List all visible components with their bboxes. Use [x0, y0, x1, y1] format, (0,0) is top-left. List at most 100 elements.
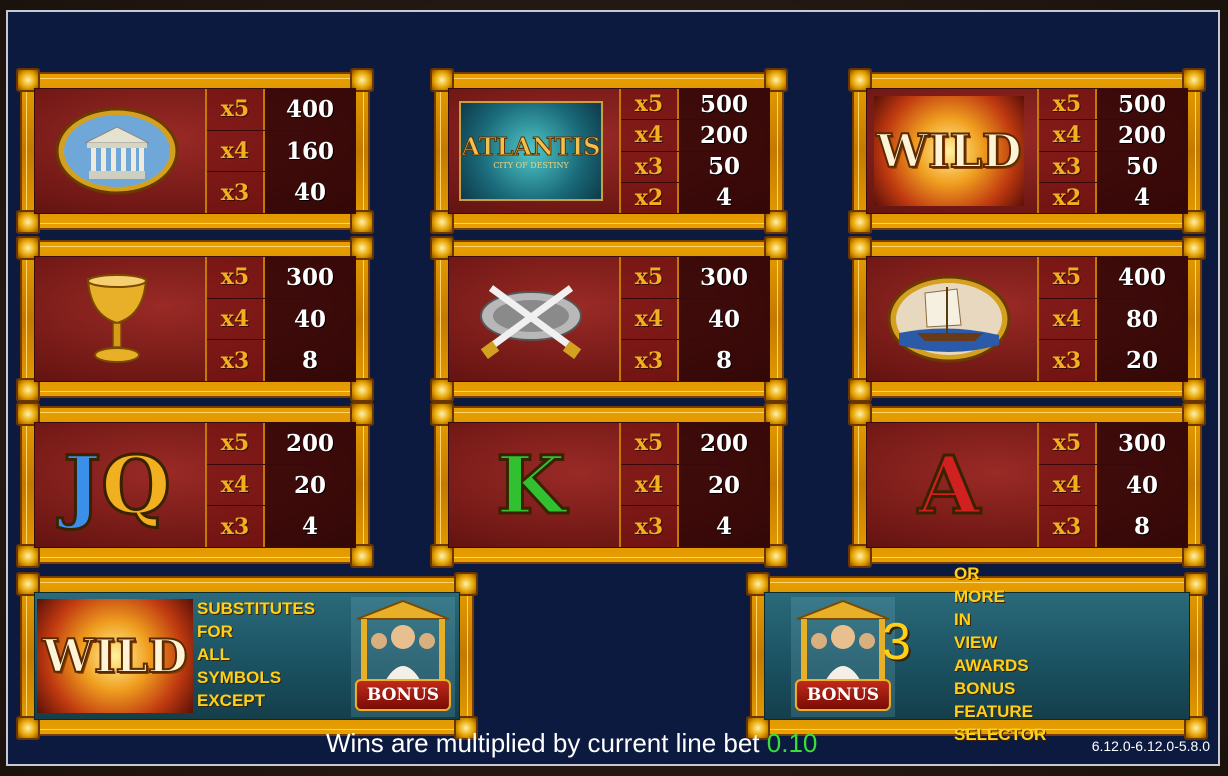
pay-row: x4 160 — [207, 130, 355, 173]
pay-row: x3 4 — [207, 506, 355, 548]
multiplier-label: x4 — [1039, 120, 1097, 151]
payout-value: 160 — [265, 130, 355, 172]
multiplier-label: x3 — [1039, 340, 1097, 382]
pay-row: x3 50 — [1039, 151, 1187, 183]
bonus-symbol-icon: BONUS — [351, 597, 455, 717]
multiplier-label: x5 — [1039, 89, 1097, 120]
letter-q: Q — [100, 438, 173, 532]
wild-icon: WILD — [37, 599, 193, 713]
paytable-panel-temple: x5 400 x4 160 x3 40 — [16, 68, 374, 234]
atlantis-subtitle: CITY OF DESTINY — [493, 161, 569, 170]
pay-row: x3 8 — [207, 340, 355, 382]
pay-table: x5 200 x4 20 x3 4 — [205, 423, 355, 548]
payout-value: 500 — [1097, 89, 1187, 120]
pay-row: x5 500 — [1039, 89, 1187, 121]
pay-row: x2 4 — [1039, 182, 1187, 213]
multiplier-label: x5 — [207, 257, 265, 298]
info-line: MORE — [954, 587, 1005, 606]
line-bet-text: Wins are multiplied by current line bet — [326, 728, 760, 758]
multiplier-label: x4 — [621, 464, 679, 506]
bonus-label: BONUS — [354, 679, 452, 711]
game-screen: x5 400 x4 160 x3 40 ATLANTIS CITY OF DESTIN… — [0, 0, 1228, 776]
payout-value: 8 — [1097, 506, 1187, 548]
payout-value: 4 — [679, 182, 769, 213]
multiplier-label: x3 — [621, 340, 679, 382]
payout-value: 20 — [1097, 340, 1187, 382]
payout-value: 400 — [265, 89, 355, 130]
payout-value: 40 — [679, 298, 769, 340]
paytable-panel-wild: WILD x5 500 x4 200 x3 50 x2 4 — [848, 68, 1206, 234]
letter-a-icon: A — [867, 423, 1031, 547]
multiplier-label: x4 — [207, 464, 265, 506]
atlantis-logo-icon: ATLANTIS CITY OF DESTINY — [449, 89, 613, 213]
payout-value: 40 — [265, 298, 355, 340]
info-line: AWARDS — [954, 656, 1029, 675]
pay-row: x3 20 — [1039, 340, 1187, 382]
wild-description: SUBSTITUTES FOR ALL SYMBOLS EXCEPT — [197, 597, 315, 712]
multiplier-label: x3 — [621, 506, 679, 548]
pay-row: x5 200 — [621, 423, 769, 465]
payout-value: 20 — [679, 464, 769, 506]
multiplier-label: x5 — [621, 89, 679, 120]
pay-table: x5 500 x4 200 x3 50 x2 4 — [1037, 89, 1187, 213]
pay-table: x5 200 x4 20 x3 4 — [619, 423, 769, 548]
payout-value: 4 — [679, 506, 769, 548]
payout-value: 300 — [679, 257, 769, 298]
pay-table: x5 500 x4 200 x3 50 x2 4 — [619, 89, 769, 213]
multiplier-label: x5 — [1039, 257, 1097, 298]
payout-value: 50 — [679, 151, 769, 182]
pay-table: x5 400 x4 80 x3 20 — [1037, 257, 1187, 382]
pay-row: x5 400 — [1039, 257, 1187, 299]
payout-value: 200 — [265, 423, 355, 464]
info-line: VIEW — [954, 633, 998, 652]
paytable-panel-jq: JQ x5 200 x4 20 x3 4 — [16, 402, 374, 568]
wild-info-panel: WILD SUBSTITUTES FOR ALL SYMBOLS EXCEPT — [16, 572, 478, 740]
paytable-panel-atlantis: ATLANTIS CITY OF DESTINY x5 500 x4 200 x3 5… — [430, 68, 788, 234]
info-line: FEATURE — [954, 702, 1034, 721]
multiplier-label: x3 — [207, 506, 265, 548]
paytable-panel-ship: x5 400 x4 80 x3 20 — [848, 236, 1206, 402]
payout-value: 400 — [1097, 257, 1187, 298]
multiplier-label: x4 — [207, 130, 265, 172]
crossed-swords-shield-icon — [449, 257, 613, 381]
pay-row: x5 300 — [207, 257, 355, 299]
payout-value: 50 — [1097, 151, 1187, 182]
multiplier-label: x5 — [1039, 423, 1097, 464]
pay-row: x4 200 — [621, 120, 769, 152]
pay-row: x2 4 — [621, 182, 769, 213]
pay-row: x4 200 — [1039, 120, 1187, 152]
info-line: IN — [954, 610, 971, 629]
multiplier-label: x5 — [621, 423, 679, 464]
pay-row: x4 20 — [621, 464, 769, 507]
pay-row: x3 8 — [621, 340, 769, 382]
payout-value: 300 — [1097, 423, 1187, 464]
multiplier-label: x4 — [621, 120, 679, 151]
payout-value: 200 — [679, 120, 769, 151]
pay-row: x4 40 — [621, 298, 769, 341]
info-line: FOR — [197, 622, 233, 641]
letter-k: K — [495, 438, 568, 532]
payout-value: 8 — [679, 340, 769, 382]
line-bet-note: Wins are multiplied by current line bet … — [326, 728, 817, 759]
pay-table: x5 300 x4 40 x3 8 — [619, 257, 769, 382]
paytable-panel-chalice: x5 300 x4 40 x3 8 — [16, 236, 374, 402]
multiplier-label: x4 — [1039, 464, 1097, 506]
wild-text: WILD — [875, 123, 1022, 179]
payout-value: 4 — [265, 506, 355, 548]
pay-row: x3 4 — [621, 506, 769, 548]
multiplier-label: x2 — [621, 182, 679, 213]
payout-value: 4 — [1097, 182, 1187, 213]
payout-value: 300 — [265, 257, 355, 298]
pay-row: x5 400 — [207, 89, 355, 131]
pay-row: x5 500 — [621, 89, 769, 121]
info-line: BONUS — [954, 679, 1016, 698]
info-line: OR — [954, 564, 980, 583]
pay-table: x5 300 x4 40 x3 8 — [1037, 423, 1187, 548]
payout-value: 200 — [679, 423, 769, 464]
bonus-count: 3 — [882, 613, 911, 671]
payout-value: 8 — [265, 340, 355, 382]
bonus-label: BONUS — [794, 679, 892, 711]
pay-row: x3 8 — [1039, 506, 1187, 548]
pay-row: x4 40 — [1039, 464, 1187, 507]
pay-row: x5 300 — [1039, 423, 1187, 465]
